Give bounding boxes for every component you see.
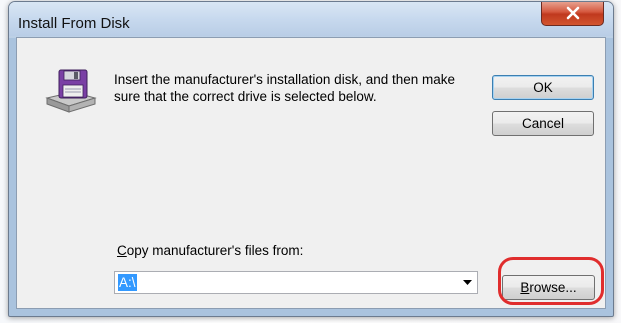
source-path-combobox[interactable]: A:\ xyxy=(114,271,478,294)
window-title: Install From Disk xyxy=(18,15,130,32)
browse-button[interactable]: Browse... xyxy=(502,275,595,300)
close-icon xyxy=(566,6,579,20)
copy-label-mnemonic: C xyxy=(117,243,127,258)
copy-label-text: opy manufacturer's files from: xyxy=(126,243,304,258)
source-path-value: A:\ xyxy=(118,274,137,291)
close-button[interactable] xyxy=(541,2,604,26)
ok-button[interactable]: OK xyxy=(492,75,594,100)
copy-files-label: Copy manufacturer's files from: xyxy=(117,243,303,258)
chevron-down-icon xyxy=(462,280,472,285)
instruction-message: Insert the manufacturer's installation d… xyxy=(114,72,456,104)
browse-label-mnemonic: B xyxy=(520,280,530,295)
dialog-body: Insert the manufacturer's installation d… xyxy=(16,37,606,309)
browse-label-text: rowse... xyxy=(529,280,577,295)
cancel-button[interactable]: Cancel xyxy=(492,111,594,136)
title-bar[interactable]: Install From Disk xyxy=(9,2,613,36)
install-from-disk-dialog: Install From Disk Insert the manufacture… xyxy=(8,1,614,317)
floppy-disk-drive-icon xyxy=(43,68,99,114)
path-dropdown-button[interactable] xyxy=(457,272,477,293)
